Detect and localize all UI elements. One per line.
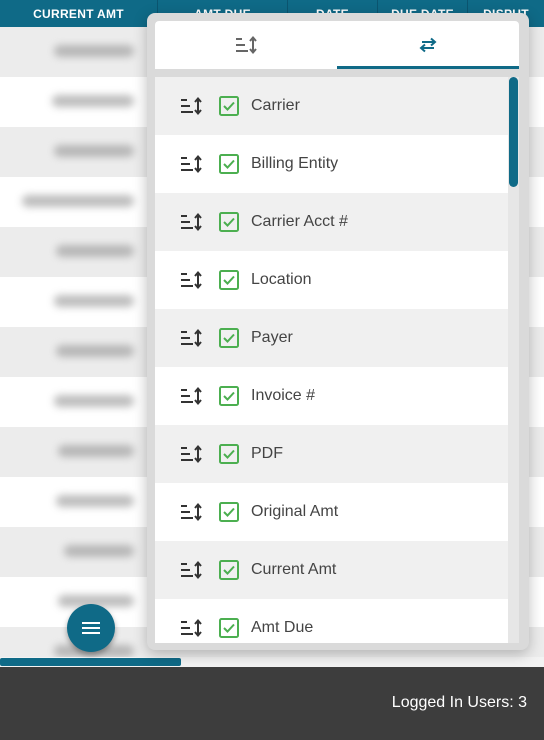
column-option[interactable]: Invoice #: [155, 367, 508, 425]
blurred-cell: [54, 295, 134, 307]
drag-handle-icon[interactable]: [179, 212, 203, 232]
column-option[interactable]: Amt Due: [155, 599, 508, 643]
drag-handle-icon[interactable]: [179, 386, 203, 406]
column-option[interactable]: Original Amt: [155, 483, 508, 541]
column-option-label: Carrier: [251, 97, 300, 114]
column-option[interactable]: PDF: [155, 425, 508, 483]
column-option[interactable]: Location: [155, 251, 508, 309]
column-option-label: Current Amt: [251, 561, 337, 578]
column-option-label: Location: [251, 271, 312, 288]
checkbox-checked-icon[interactable]: [219, 212, 239, 232]
blurred-cell: [54, 395, 134, 407]
column-option[interactable]: Carrier Acct #: [155, 193, 508, 251]
sort-order-icon: [236, 35, 257, 55]
checkbox-checked-icon[interactable]: [219, 444, 239, 464]
checkbox-checked-icon[interactable]: [219, 328, 239, 348]
checkbox-checked-icon[interactable]: [219, 560, 239, 580]
column-chooser-panel: Carrier Billing Entity Carrier Acct # Locat…: [147, 13, 529, 650]
blurred-cell: [56, 245, 134, 257]
drag-handle-icon[interactable]: [179, 154, 203, 174]
horizontal-scrollbar-thumb[interactable]: [0, 658, 181, 666]
drag-handle-icon[interactable]: [179, 328, 203, 348]
blurred-cell: [58, 445, 134, 457]
blurred-cell: [56, 495, 134, 507]
swap-horizontal-icon: [419, 37, 437, 53]
column-list: Carrier Billing Entity Carrier Acct # Locat…: [155, 77, 508, 643]
checkbox-checked-icon[interactable]: [219, 502, 239, 522]
checkbox-checked-icon[interactable]: [219, 270, 239, 290]
column-option-label: Carrier Acct #: [251, 213, 348, 230]
checkbox-checked-icon[interactable]: [219, 96, 239, 116]
column-option-label: Original Amt: [251, 503, 339, 520]
blurred-cell: [54, 145, 134, 157]
checkbox-checked-icon[interactable]: [219, 154, 239, 174]
blurred-cell: [56, 345, 134, 357]
drag-handle-icon[interactable]: [179, 96, 203, 116]
blurred-cell: [54, 45, 134, 57]
drag-handle-icon[interactable]: [179, 560, 203, 580]
column-option[interactable]: Payer: [155, 309, 508, 367]
drag-handle-icon[interactable]: [179, 618, 203, 638]
column-option[interactable]: Carrier: [155, 77, 508, 135]
column-option[interactable]: Current Amt: [155, 541, 508, 599]
column-option-label: Billing Entity: [251, 155, 339, 172]
drag-handle-icon[interactable]: [179, 502, 203, 522]
column-option-label: PDF: [251, 445, 283, 462]
column-header-current-amt[interactable]: CURRENT AMT: [0, 0, 158, 27]
menu-icon: [82, 622, 100, 634]
blurred-cell: [52, 95, 134, 107]
column-option-label: Invoice #: [251, 387, 316, 404]
column-list-container[interactable]: Carrier Billing Entity Carrier Acct # Locat…: [155, 77, 519, 643]
logged-in-users-status: Logged In Users: 3: [391, 694, 527, 711]
column-chooser-tabs: [155, 21, 519, 69]
drag-handle-icon[interactable]: [179, 444, 203, 464]
tab-toggle-columns[interactable]: [337, 21, 519, 69]
checkbox-checked-icon[interactable]: [219, 386, 239, 406]
checkbox-checked-icon[interactable]: [219, 618, 239, 638]
menu-fab-button[interactable]: [67, 604, 115, 652]
tab-reorder-columns[interactable]: [155, 21, 337, 69]
blurred-cell: [22, 195, 134, 207]
column-option-label: Amt Due: [251, 619, 314, 636]
vertical-scrollbar-thumb[interactable]: [509, 77, 518, 187]
column-option[interactable]: Billing Entity: [155, 135, 508, 193]
column-option-label: Payer: [251, 329, 293, 346]
blurred-cell: [64, 545, 134, 557]
drag-handle-icon[interactable]: [179, 270, 203, 290]
